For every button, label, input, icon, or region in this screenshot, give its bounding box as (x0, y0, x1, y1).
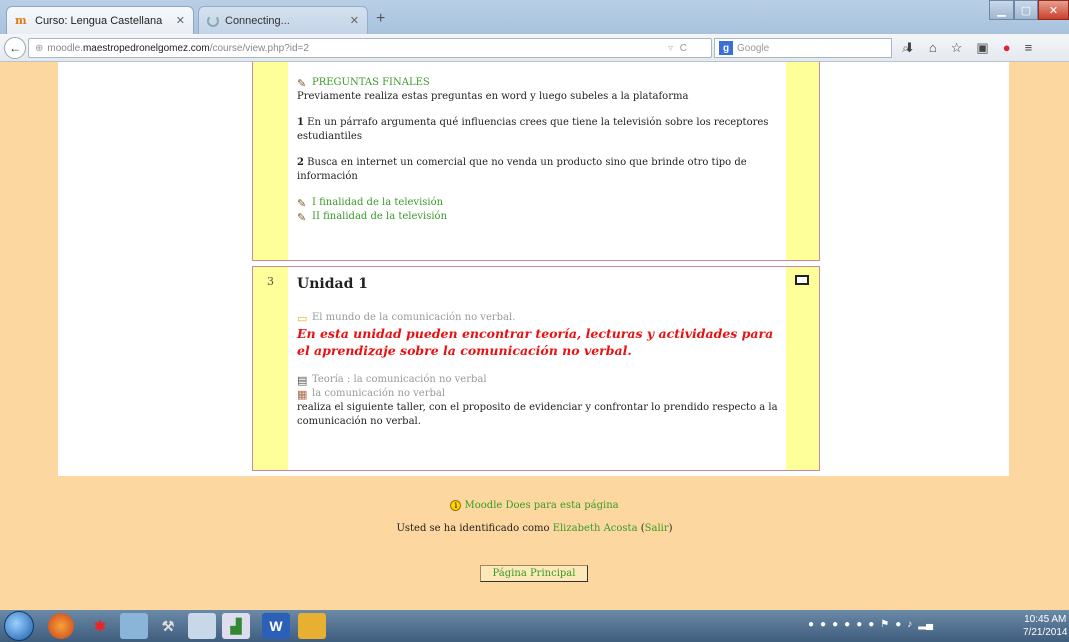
assignment-icon: ✎ (297, 211, 307, 224)
navigation-bar: ← ⊕ moodle. maestropedronelgomez.com/cour… (0, 34, 1069, 62)
clipboard-icon[interactable]: ▣ (976, 40, 988, 56)
nonverbal-assignment-link[interactable]: la comunicación no verbal (312, 388, 445, 399)
volume-icon[interactable]: ♪ (907, 619, 912, 630)
tray-icon[interactable]: ● (808, 619, 814, 630)
tray-icon[interactable]: ● (895, 619, 901, 630)
assignment-icon: ✎ (297, 77, 307, 90)
app-icon[interactable] (120, 613, 148, 639)
word-icon[interactable]: W (262, 613, 290, 639)
url-path: /course/view.php?id=2 (209, 42, 309, 54)
close-tab-icon[interactable]: ✕ (350, 14, 359, 27)
folder-link[interactable]: El mundo de la comunicación no verbal. (312, 312, 515, 323)
network-icon[interactable]: ▂▄ (918, 619, 933, 630)
tray-icon[interactable]: ● (844, 619, 850, 630)
bookmark-star-icon[interactable]: ☆ (951, 40, 963, 56)
show-only-section-icon[interactable] (795, 275, 809, 285)
course-section-unit-1: 3 Unidad 1 ▭ El mundo de la comunicación … (252, 266, 820, 471)
moodle-docs-link[interactable]: Moodle Does para esta página (465, 500, 619, 511)
login-prefix: Usted se ha identificado como (396, 523, 550, 534)
moodle-docs-line: i Moodle Does para esta página (0, 500, 1069, 511)
tab-curso[interactable]: m Curso: Lengua Castellana ✕ (6, 6, 194, 34)
browser-titlebar: m Curso: Lengua Castellana ✕ Connecting.… (0, 0, 1069, 34)
second-tv-purpose-link[interactable]: II finalidad de la televisión (312, 211, 447, 222)
tab-label: Curso: Lengua Castellana (35, 14, 163, 27)
tray-icon[interactable]: ● (832, 619, 838, 630)
loading-icon (207, 14, 219, 27)
search-bar[interactable]: g Google ⌕ (714, 38, 909, 58)
firefox-icon[interactable] (48, 613, 74, 639)
system-tray: ● ● ● ● ● ● ⚑ ● ♪ ▂▄ (808, 619, 933, 630)
start-button[interactable] (4, 611, 34, 641)
question-text: Busca en internet un comercial que no ve… (297, 157, 747, 182)
tray-icon[interactable]: ● (820, 619, 826, 630)
close-tab-icon[interactable]: ✕ (176, 14, 185, 27)
user-profile-link[interactable]: Elizabeth Acosta (553, 523, 638, 534)
clock-date: 7/21/2014 (1023, 627, 1068, 638)
paint-icon[interactable] (298, 613, 326, 639)
section-right-column (786, 62, 819, 260)
tools-icon[interactable]: ⚒ (154, 613, 182, 639)
section-title: Unidad 1 (297, 276, 368, 292)
assignment-icon: ✎ (297, 197, 307, 210)
address-bar[interactable]: ⊕ moodle. maestropedronelgomez.com/course… (28, 38, 712, 58)
section-left-column (253, 267, 288, 470)
new-tab-button[interactable]: + (376, 10, 385, 28)
section-number: 3 (267, 275, 274, 288)
url-prefix: moodle. (47, 42, 83, 54)
logout-link[interactable]: Salir (645, 523, 669, 534)
tray-icon[interactable]: ● (856, 619, 862, 630)
tab-label: Connecting... (225, 14, 290, 27)
file-icon[interactable] (188, 613, 216, 639)
minimize-button[interactable]: ▁ (989, 0, 1014, 20)
folder-icon: ▭ (297, 312, 308, 325)
home-page-button[interactable]: Página Principal (480, 565, 588, 582)
first-tv-purpose-link[interactable]: I finalidad de la televisión (312, 197, 443, 208)
dropdown-icon[interactable]: ▿ (668, 43, 673, 54)
windows-taskbar: ✱ ⚒ ▟ W ● ● ● ● ● ● ⚑ ● ♪ ▂▄ 10:45 AM 7/… (0, 610, 1069, 642)
maximize-button[interactable]: ▢ (1014, 0, 1038, 20)
flag-icon[interactable]: ⚑ (880, 619, 889, 630)
menu-icon[interactable]: ≡ (1025, 40, 1033, 56)
url-host: maestropedronelgomez.com (82, 42, 210, 54)
home-icon[interactable]: ⌂ (929, 40, 937, 56)
course-section-final-questions: ✎ PREGUNTAS FINALES Previamente realiza e… (252, 62, 820, 261)
toolbar-icons: ⬇ ⌂ ☆ ▣ ● ≡ (904, 40, 1032, 56)
login-info: Usted se ha identificado como Elizabeth … (396, 523, 673, 534)
globe-icon: ⊕ (35, 42, 44, 54)
assignment-icon: ▦ (297, 388, 308, 401)
document-icon: ▤ (297, 374, 308, 387)
clock-time: 10:45 AM (1024, 614, 1067, 625)
section-right-column (786, 267, 819, 470)
chart-app-icon[interactable]: ▟ (222, 613, 250, 639)
info-icon: i (450, 500, 462, 511)
section-left-column (253, 62, 288, 260)
question-number: 1 (297, 117, 304, 128)
download-icon[interactable]: ⬇ (904, 40, 915, 56)
assignment-description: realiza el siguiente taller, con el prop… (297, 402, 778, 427)
tab-connecting[interactable]: Connecting... ✕ (198, 6, 368, 34)
app-icon[interactable]: ✱ (86, 613, 114, 639)
reload-icon[interactable]: C (680, 43, 687, 54)
tray-icon[interactable]: ● (868, 619, 874, 630)
final-questions-intro: Previamente realiza estas preguntas en w… (297, 91, 689, 102)
theory-resource-link[interactable]: Teoría : la comunicación no verbal (312, 374, 487, 385)
moodle-icon: m (15, 13, 27, 27)
system-clock[interactable]: 10:45 AM 7/21/2014 (1023, 613, 1068, 639)
search-placeholder: Google (737, 42, 770, 54)
section-summary: En esta unidad pueden encontrar teoría, … (297, 326, 774, 358)
final-questions-link[interactable]: PREGUNTAS FINALES (312, 77, 430, 88)
back-button[interactable]: ← (4, 37, 26, 59)
close-window-button[interactable]: ✕ (1038, 0, 1069, 20)
question-number: 2 (297, 157, 304, 168)
google-icon: g (719, 41, 733, 55)
question-text: En un párrafo argumenta qué influencias … (297, 117, 769, 142)
addon-icon[interactable]: ● (1003, 40, 1011, 56)
